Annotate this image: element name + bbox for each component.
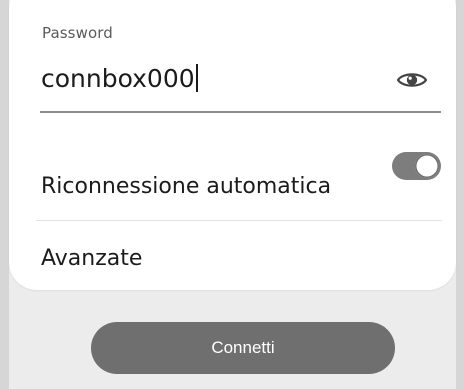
password-value: connbox000 bbox=[41, 64, 195, 93]
connect-button[interactable]: Connetti bbox=[91, 322, 395, 374]
password-label: Password bbox=[42, 24, 113, 42]
wifi-connect-screen: Password connbox000 Riconnessione automa… bbox=[9, 0, 456, 389]
toggle-knob bbox=[415, 154, 439, 178]
password-underline bbox=[40, 111, 441, 113]
auto-reconnect-toggle[interactable] bbox=[392, 152, 441, 180]
password-field[interactable]: connbox000 bbox=[41, 64, 198, 93]
auto-reconnect-label: Riconnessione automatica bbox=[41, 174, 332, 199]
advanced-settings-item[interactable]: Avanzate bbox=[41, 246, 142, 271]
show-password-button[interactable] bbox=[396, 69, 428, 91]
text-caret bbox=[195, 64, 198, 92]
settings-divider bbox=[36, 220, 442, 221]
eye-icon bbox=[396, 73, 428, 87]
connection-form-card: Password connbox000 Riconnessione automa… bbox=[9, 0, 456, 290]
